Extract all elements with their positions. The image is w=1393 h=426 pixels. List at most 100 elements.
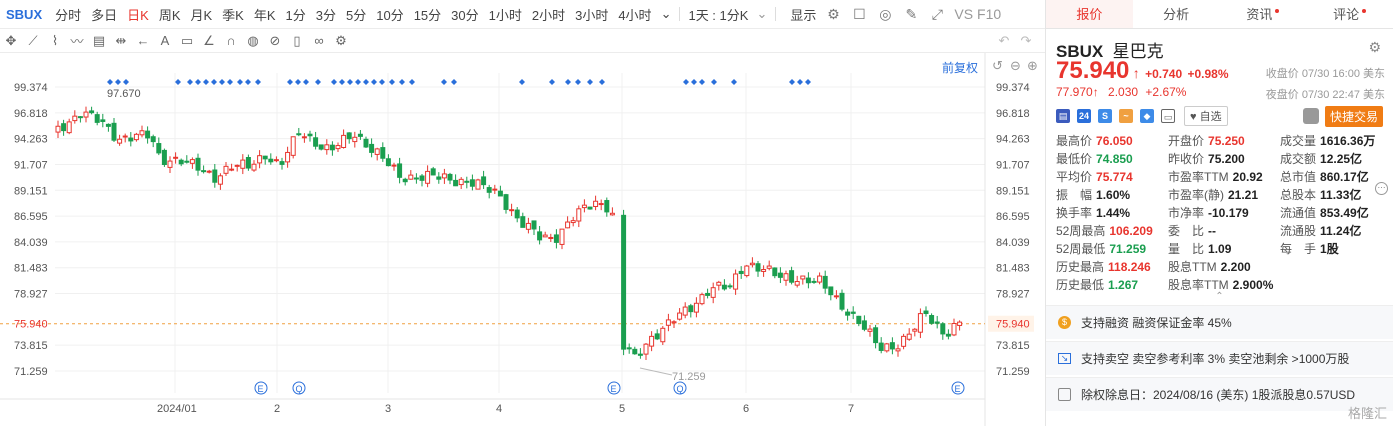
stat-value: 860.17亿 xyxy=(1320,170,1369,184)
wave-tool-icon[interactable]: 〰 xyxy=(66,31,88,50)
timeframe-5[interactable]: 季K xyxy=(217,5,249,24)
timeframe-6[interactable]: 年K xyxy=(249,5,281,24)
settings-icon[interactable]: ⚙ xyxy=(825,6,841,22)
candle-body xyxy=(643,343,649,355)
adjust-mode-button[interactable]: 前复权 xyxy=(942,59,978,76)
note-icon[interactable]: ▭ xyxy=(1161,109,1175,123)
tab-1[interactable]: 分析 xyxy=(1133,0,1220,28)
hide-icon[interactable]: ⊘ xyxy=(264,33,286,49)
vs-button[interactable]: VS xyxy=(954,6,973,22)
bell-icon[interactable] xyxy=(1302,108,1319,124)
x-tick-label: 3 xyxy=(385,403,391,415)
margin-info-row[interactable]: $ 支持融资 融资保证金率 45% xyxy=(1046,305,1393,339)
candle-body xyxy=(945,333,951,337)
candle-body xyxy=(570,220,576,224)
24h-icon[interactable]: 24 xyxy=(1077,109,1091,123)
timeframe-2[interactable]: 日K xyxy=(122,5,154,24)
event-diamond-icon xyxy=(409,79,415,85)
candle-body xyxy=(408,174,414,180)
timeframe-8[interactable]: 3分 xyxy=(311,5,341,24)
reset-icon[interactable]: ↺ xyxy=(992,58,1003,74)
tab-0[interactable]: 报价 xyxy=(1046,0,1133,28)
candle-body xyxy=(173,156,179,159)
event-diamond-icon xyxy=(187,79,193,85)
camera-icon[interactable]: ◎ xyxy=(877,6,893,22)
candle-body xyxy=(727,285,733,288)
tab-3[interactable]: 评论 xyxy=(1306,0,1393,28)
close-time: 收盘价 07/30 16:00 美东 xyxy=(1265,68,1385,80)
tab-2[interactable]: 资讯 xyxy=(1220,0,1307,28)
short-icon[interactable]: S xyxy=(1098,109,1112,123)
four-hour-dropdown[interactable]: ⌄ xyxy=(657,6,676,22)
multi-chart-select[interactable]: 1天 : 1分K xyxy=(684,5,752,24)
timeframe-14[interactable]: 2小时 xyxy=(527,5,570,24)
pen-icon[interactable]: ✎ xyxy=(903,6,919,22)
drawing-settings-icon[interactable]: ⚙ xyxy=(330,33,352,49)
kline-chart-area[interactable]: 99.374 99.374 96.818 96.818 94.263 94.263 91.7… xyxy=(0,53,1045,426)
fast-trade-button[interactable]: 快捷交易 xyxy=(1324,105,1383,127)
lock-icon[interactable]: ◍ xyxy=(242,33,264,49)
timeframe-11[interactable]: 15分 xyxy=(409,5,446,24)
stat-value: 75.200 xyxy=(1208,152,1245,166)
collapse-chevron-icon[interactable]: ⌃ xyxy=(1046,292,1393,303)
crosshair-icon[interactable]: ✥ xyxy=(0,33,22,49)
timeframe-0[interactable]: 分时 xyxy=(50,5,86,24)
candle-body xyxy=(223,165,229,174)
text-tool-icon[interactable]: A xyxy=(154,33,176,48)
zoom-out-icon[interactable]: ⊖ xyxy=(1010,58,1021,74)
timeframe-13[interactable]: 1小时 xyxy=(484,5,527,24)
zoom-in-icon[interactable]: ⊕ xyxy=(1027,58,1038,74)
short-info-row[interactable]: ↘ 支持卖空 卖空参考利率 3% 卖空池剩余 >1000万股 xyxy=(1046,341,1393,375)
timeframe-1[interactable]: 多日 xyxy=(86,5,122,24)
symbol-label[interactable]: SBUX xyxy=(6,7,42,22)
candle-body xyxy=(55,125,61,133)
stat-cell: 开盘价 75.250 xyxy=(1168,133,1280,149)
watchlist-button[interactable]: ♥ 自选 xyxy=(1184,106,1228,126)
stat-value: 21.21 xyxy=(1228,188,1259,202)
timeframe-15[interactable]: 3小时 xyxy=(570,5,613,24)
timeframe-3[interactable]: 周K xyxy=(154,5,186,24)
candle-body xyxy=(856,315,862,324)
measure-tool-icon[interactable]: ⇹ xyxy=(110,33,132,49)
dividend-info-row[interactable]: 除权除息日：2024/08/16 (美东) 1股派股息0.57USD xyxy=(1046,377,1393,411)
timeframe-12[interactable]: 30分 xyxy=(446,5,483,24)
timeframe-7[interactable]: 1分 xyxy=(281,5,311,24)
undo-icon[interactable]: ↶ xyxy=(993,33,1015,49)
options-icon[interactable]: ~ xyxy=(1119,109,1133,123)
candle-body xyxy=(861,320,867,330)
comment-tool-icon[interactable]: ▭ xyxy=(176,33,198,49)
candle-body xyxy=(721,284,727,290)
candle-body xyxy=(817,275,823,283)
magnet-icon[interactable]: ∩ xyxy=(220,33,242,48)
timeframe-16[interactable]: 4小时 xyxy=(613,5,656,24)
candle-body xyxy=(133,133,139,141)
event-diamond-icon xyxy=(287,79,293,85)
more-icon[interactable]: ··· xyxy=(1375,182,1388,195)
trend-tool-icon[interactable]: ⌇ xyxy=(44,33,66,49)
stat-value: 1616.36万 xyxy=(1320,134,1376,148)
line-tool-icon[interactable]: ⟋ xyxy=(22,33,44,49)
kline-chart[interactable]: 99.374 99.374 96.818 96.818 94.263 94.263 91.7… xyxy=(0,53,1045,426)
tag-icon[interactable]: ◆ xyxy=(1140,109,1154,123)
event-diamond-icon xyxy=(211,79,217,85)
link-icon[interactable]: ∞ xyxy=(308,33,330,48)
delete-icon[interactable]: ▯ xyxy=(286,33,308,49)
stat-label: 昨收价 xyxy=(1168,152,1205,166)
chevron-down-icon[interactable]: ⌄ xyxy=(752,6,771,22)
f10-button[interactable]: F10 xyxy=(977,6,1001,22)
timeframe-9[interactable]: 5分 xyxy=(341,5,371,24)
display-button[interactable]: 显示 xyxy=(786,5,820,24)
fullscreen-icon[interactable]: ⤢ xyxy=(929,6,945,22)
chart-tool-icon[interactable]: ▤ xyxy=(88,33,110,49)
redo-icon[interactable]: ↷ xyxy=(1015,33,1037,49)
dollar-icon: $ xyxy=(1058,316,1071,329)
candle-body xyxy=(77,116,83,119)
layout-icon[interactable]: ☐ xyxy=(851,6,867,22)
drawing-toolbar: ✥ ⟋ ⌇ 〰 ▤ ⇹ ← A ▭ ∠ ∩ ◍ ⊘ ▯ ∞ ⚙ ↶ ↷ xyxy=(0,29,1045,53)
timeframe-10[interactable]: 10分 xyxy=(371,5,408,24)
candle-body xyxy=(229,168,235,171)
timeframe-4[interactable]: 月K xyxy=(186,5,218,24)
eraser-icon[interactable]: ∠ xyxy=(198,33,220,49)
arrow-tool-icon[interactable]: ← xyxy=(132,33,154,48)
settings-icon[interactable]: ⚙ xyxy=(1368,39,1381,56)
